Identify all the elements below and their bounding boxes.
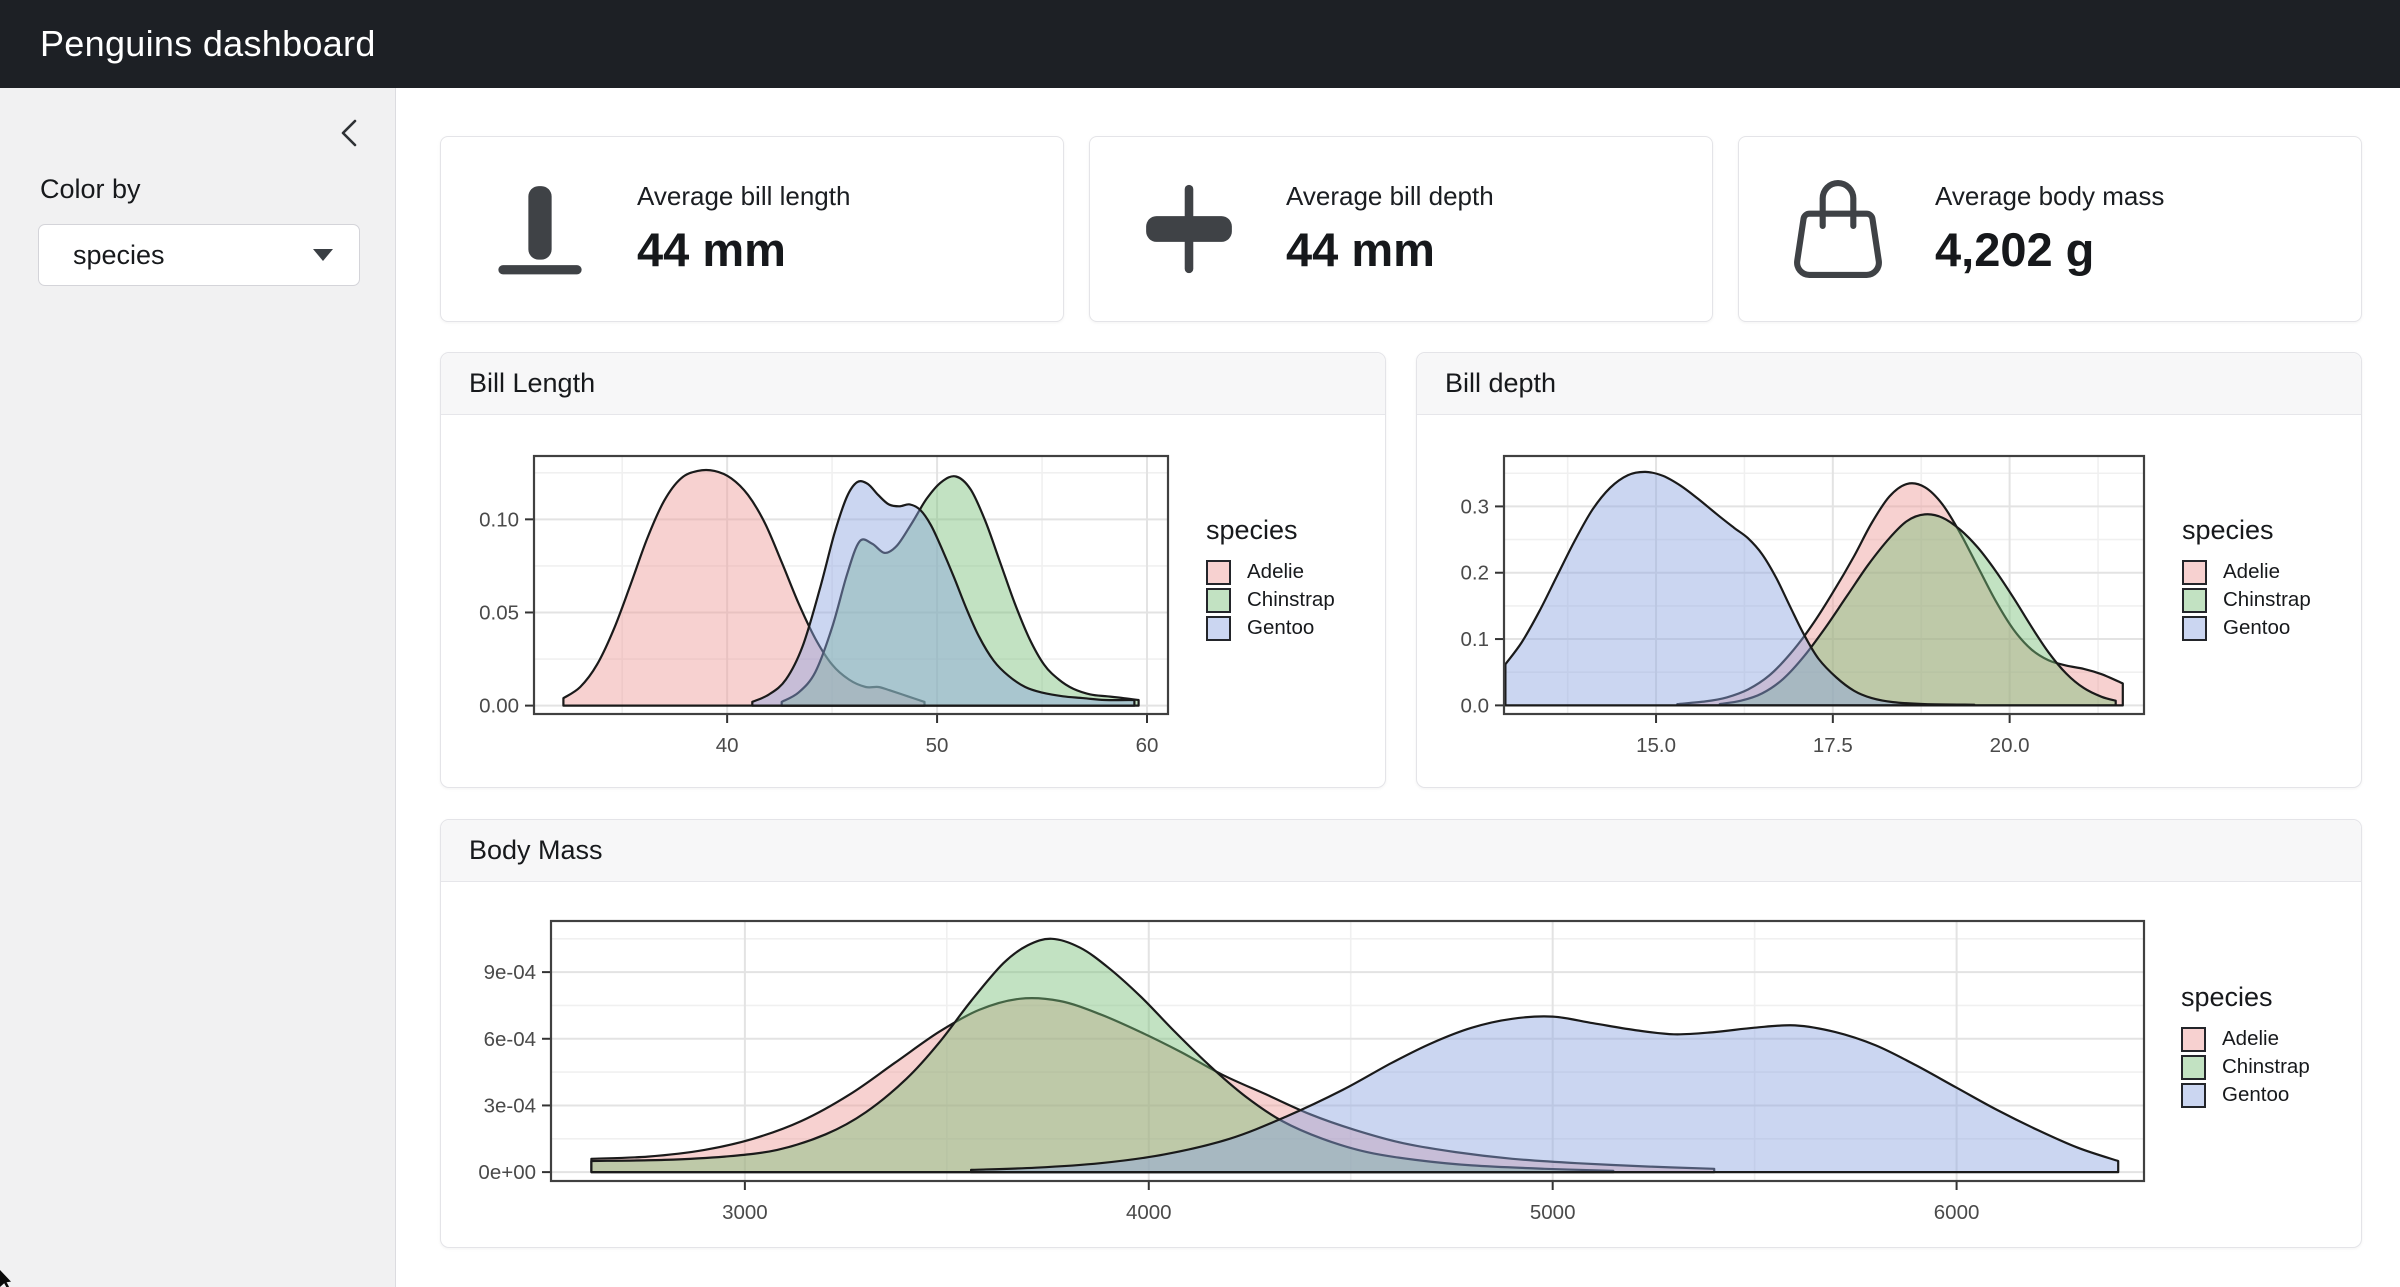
swatch-adelie (2181, 1027, 2206, 1052)
caliper-icon (1140, 180, 1238, 278)
value-box-title: Average bill depth (1286, 181, 1494, 212)
legend-item: Gentoo (1206, 614, 1335, 642)
legend-item: Gentoo (2182, 614, 2311, 642)
value-box-value: 44 mm (1286, 222, 1494, 277)
swatch-gentoo (2181, 1083, 2206, 1108)
color-by-select[interactable]: species (38, 224, 360, 286)
card-body-mass: Body Mass 3000 4000 5000 6000 0e+00 3e-04 6e-0… (440, 819, 2362, 1248)
legend: species Adelie Chinstrap Gentoo (2182, 515, 2311, 642)
swatch-adelie (2182, 560, 2207, 585)
svg-text:3000: 3000 (722, 1201, 768, 1224)
bill-depth-plot: 15.0 17.5 20.0 0.0 0.1 0.2 0.3 species Adelie … (1417, 415, 2361, 789)
card-bill-length: Bill Length 40 50 60 0.00 0.05 0.10 species A… (440, 352, 1386, 788)
svg-text:60: 60 (1136, 734, 1159, 757)
legend-item: Chinstrap (1206, 586, 1335, 614)
svg-text:5000: 5000 (1530, 1201, 1576, 1224)
svg-text:40: 40 (716, 734, 739, 757)
svg-text:0.3: 0.3 (1461, 495, 1490, 518)
svg-text:20.0: 20.0 (1990, 734, 2030, 757)
svg-text:3e-04: 3e-04 (484, 1094, 536, 1117)
svg-text:0.1: 0.1 (1461, 628, 1490, 651)
svg-text:50: 50 (926, 734, 949, 757)
body-mass-density-chart: 3000 4000 5000 6000 0e+00 3e-04 6e-04 9e-04 (441, 882, 2363, 1249)
legend: species Adelie Chinstrap Gentoo (2181, 982, 2310, 1109)
svg-text:0e+00: 0e+00 (478, 1161, 536, 1184)
sidebar: Color by species (0, 88, 396, 1287)
swatch-chinstrap (1206, 588, 1231, 613)
app-title: Penguins dashboard (40, 23, 376, 65)
ruler-vertical-icon (491, 180, 589, 278)
swatch-chinstrap (2182, 588, 2207, 613)
value-box-body-mass: Average body mass 4,202 g (1738, 136, 2362, 322)
mouse-cursor (0, 1269, 13, 1287)
swatch-adelie (1206, 560, 1231, 585)
svg-text:9e-04: 9e-04 (484, 961, 536, 984)
svg-text:6e-04: 6e-04 (484, 1028, 536, 1051)
app-root: Penguins dashboard Color by species Aver… (0, 0, 2400, 1287)
value-box-title: Average bill length (637, 181, 850, 212)
legend-title: species (2182, 515, 2311, 546)
card-title: Bill depth (1417, 353, 2361, 415)
card-title: Body Mass (441, 820, 2361, 882)
swatch-gentoo (2182, 616, 2207, 641)
legend-title: species (1206, 515, 1335, 546)
chevron-left-icon (336, 117, 362, 152)
svg-text:15.0: 15.0 (1636, 734, 1676, 757)
body-mass-plot: 3000 4000 5000 6000 0e+00 3e-04 6e-04 9e-04 spe… (441, 882, 2361, 1249)
sidebar-collapse-button[interactable] (329, 114, 369, 154)
color-by-select-value: species (73, 240, 165, 271)
legend-item: Chinstrap (2182, 586, 2311, 614)
swatch-chinstrap (2181, 1055, 2206, 1080)
bill-length-plot: 40 50 60 0.00 0.05 0.10 species Adelie Chinst… (441, 415, 1385, 789)
value-box-bill-length: Average bill length 44 mm (440, 136, 1064, 322)
svg-text:4000: 4000 (1126, 1201, 1172, 1224)
value-box-title: Average body mass (1935, 181, 2164, 212)
svg-text:0.10: 0.10 (479, 508, 519, 531)
legend-item: Adelie (1206, 558, 1335, 586)
value-box-value: 44 mm (637, 222, 850, 277)
value-box-bill-depth: Average bill depth 44 mm (1089, 136, 1713, 322)
legend-item: Gentoo (2181, 1081, 2310, 1109)
svg-text:0.0: 0.0 (1461, 694, 1490, 717)
value-box-value: 4,202 g (1935, 222, 2164, 277)
legend-title: species (2181, 982, 2310, 1013)
card-title: Bill Length (441, 353, 1385, 415)
svg-text:0.2: 0.2 (1461, 562, 1490, 585)
handbag-icon (1789, 180, 1887, 278)
card-bill-depth: Bill depth 15.0 17.5 20.0 0.0 0.1 0.2 0.3 spec… (1416, 352, 2362, 788)
svg-text:0.05: 0.05 (479, 601, 519, 624)
legend-item: Chinstrap (2181, 1053, 2310, 1081)
svg-text:6000: 6000 (1934, 1201, 1980, 1224)
legend: species Adelie Chinstrap Gentoo (1206, 515, 1335, 642)
navbar: Penguins dashboard (0, 0, 2400, 88)
color-by-label: Color by (40, 174, 141, 205)
value-box-row: Average bill length 44 mm Average bill d… (440, 136, 2362, 322)
svg-text:0.00: 0.00 (479, 695, 519, 718)
legend-item: Adelie (2182, 558, 2311, 586)
legend-item: Adelie (2181, 1025, 2310, 1053)
svg-text:17.5: 17.5 (1813, 734, 1853, 757)
caret-down-icon (313, 249, 333, 261)
swatch-gentoo (1206, 616, 1231, 641)
